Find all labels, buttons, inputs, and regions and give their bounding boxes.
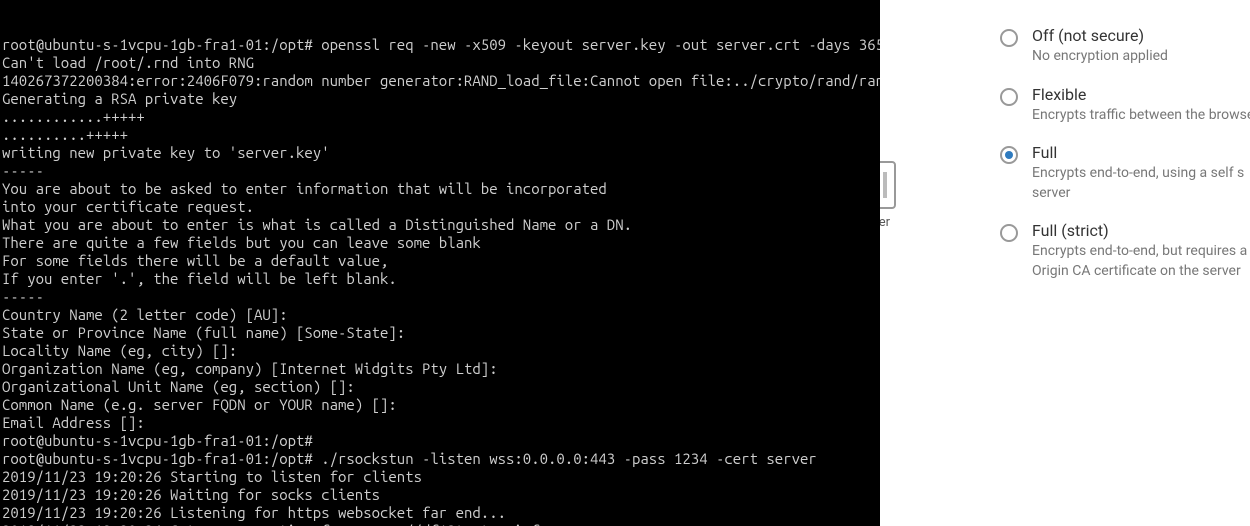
option-title: Full (strict)	[1032, 221, 1247, 240]
option-title: Off (not secure)	[1032, 26, 1168, 45]
option-title: Flexible	[1032, 85, 1250, 104]
option-desc: Encrypts traffic between the browse	[1032, 106, 1250, 126]
radio-icon[interactable]	[1000, 29, 1018, 47]
option-full-strict[interactable]: Full (strict) Encrypts end-to-end, but r…	[1000, 221, 1250, 281]
ssl-options: Off (not secure) No encryption applied F…	[1000, 26, 1250, 300]
radio-icon[interactable]	[1000, 88, 1018, 106]
terminal[interactable]: root@ubuntu-s-1vcpu-1gb-fra1-01:/opt# op…	[0, 0, 880, 526]
terminal-output: root@ubuntu-s-1vcpu-1gb-fra1-01:/opt# op…	[2, 36, 878, 526]
option-flexible[interactable]: Flexible Encrypts traffic between the br…	[1000, 85, 1250, 126]
option-title: Full	[1032, 143, 1244, 162]
radio-icon[interactable]	[1000, 224, 1018, 242]
option-off[interactable]: Off (not secure) No encryption applied	[1000, 26, 1250, 67]
option-desc: Encrypts end-to-end, using a self s serv…	[1032, 164, 1244, 203]
option-desc: Encrypts end-to-end, but requires a Orig…	[1032, 242, 1247, 281]
option-desc: No encryption applied	[1032, 47, 1168, 67]
option-full[interactable]: Full Encrypts end-to-end, using a self s…	[1000, 143, 1250, 203]
radio-icon[interactable]	[1000, 146, 1018, 164]
